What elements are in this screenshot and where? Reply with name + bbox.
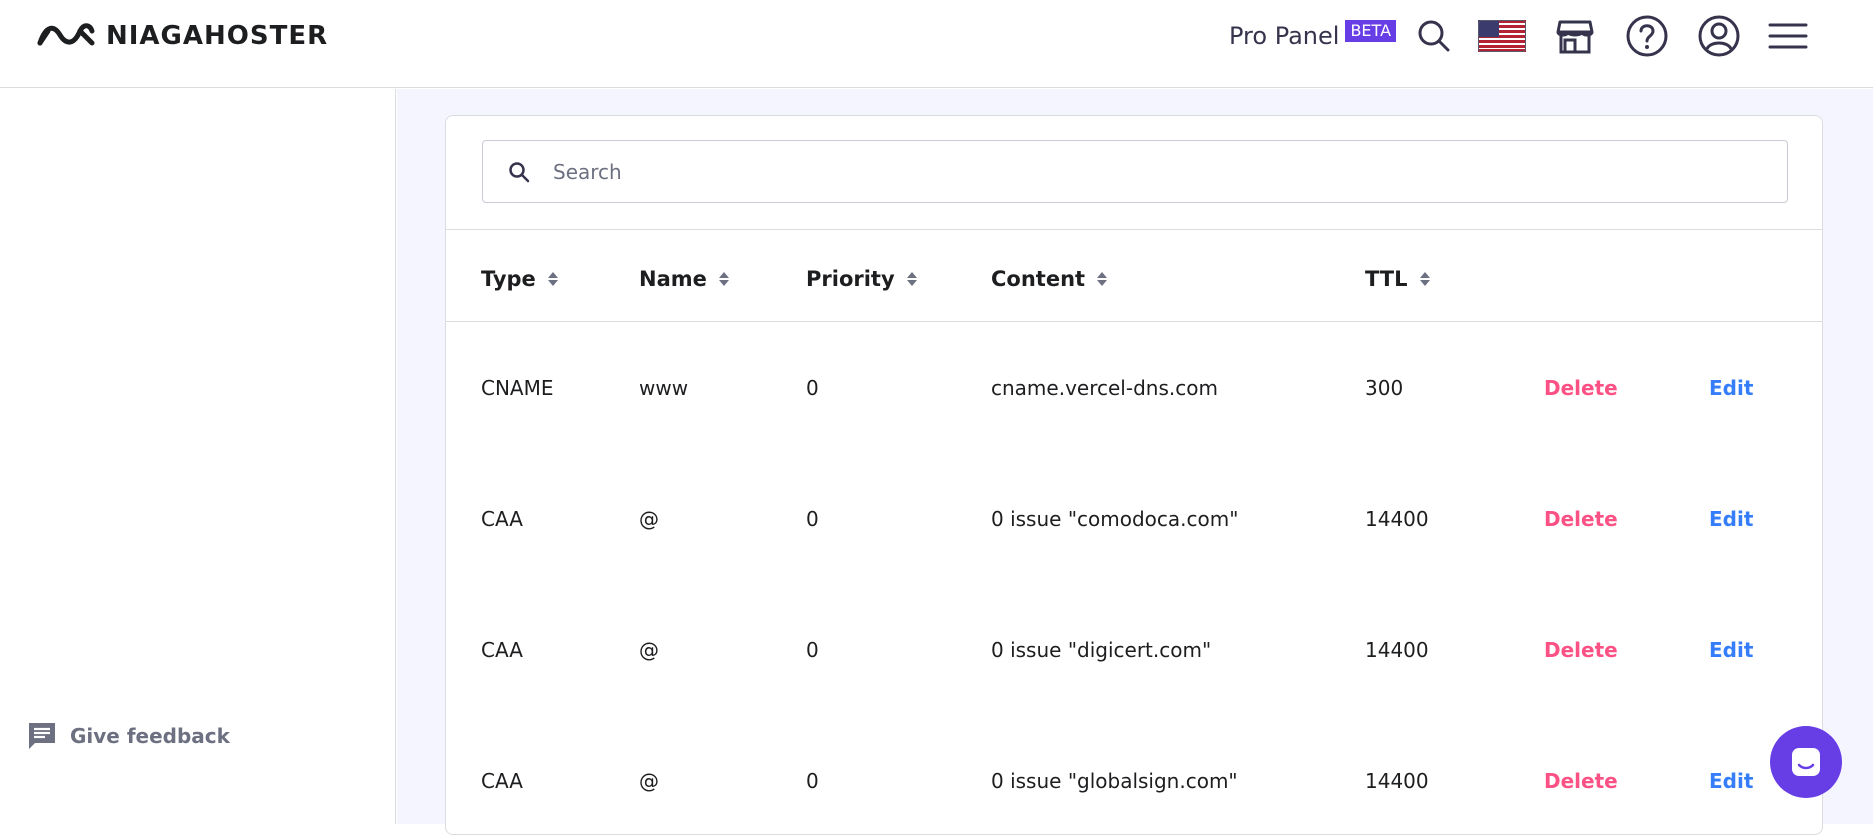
niagahoster-logo[interactable]: NIAGAHOSTER	[36, 18, 328, 54]
cell-ttl: 14400	[1365, 637, 1429, 662]
logo-text: NIAGAHOSTER	[106, 21, 329, 51]
help-button[interactable]	[1625, 14, 1669, 58]
edit-button[interactable]: Edit	[1709, 769, 1753, 793]
cell-priority: 0	[806, 506, 819, 531]
sort-icon	[1419, 272, 1430, 286]
cell-ttl: 14400	[1365, 506, 1429, 531]
dns-records-card: Type Name Priority Content TTL CNAME www…	[445, 115, 1823, 835]
cell-type: CNAME	[481, 375, 554, 400]
search-icon	[1418, 20, 1450, 52]
sort-icon	[906, 272, 917, 286]
feedback-icon	[29, 723, 55, 749]
search-input[interactable]	[553, 159, 1753, 184]
edit-button[interactable]: Edit	[1709, 507, 1753, 531]
chat-launcher-button[interactable]	[1770, 726, 1842, 798]
menu-icon	[1768, 23, 1808, 49]
account-button[interactable]	[1697, 14, 1741, 58]
delete-button[interactable]: Delete	[1544, 638, 1618, 662]
table-row: CAA @ 0 0 issue "comodoca.com" 14400 Del…	[446, 453, 1822, 584]
cell-type: CAA	[481, 506, 523, 531]
cell-priority: 0	[806, 768, 819, 793]
column-header-content[interactable]: Content	[991, 267, 1108, 291]
cell-content: 0 issue "comodoca.com"	[991, 506, 1239, 531]
delete-button[interactable]: Delete	[1544, 507, 1618, 531]
language-selector[interactable]	[1477, 14, 1527, 58]
cell-priority: 0	[806, 637, 819, 662]
table-row: CAA @ 0 0 issue "globalsign.com" 14400 D…	[446, 715, 1822, 834]
search-button[interactable]	[1412, 14, 1456, 58]
table-row: CNAME www 0 cname.vercel-dns.com 300 Del…	[446, 322, 1822, 453]
pro-panel-label: Pro Panel	[1229, 22, 1340, 50]
search-box[interactable]	[482, 140, 1788, 203]
give-feedback-label: Give feedback	[70, 724, 230, 748]
sort-icon	[547, 272, 558, 286]
pro-panel-link[interactable]: Pro Panel BETA	[1229, 20, 1397, 50]
main-content: Type Name Priority Content TTL CNAME www…	[397, 89, 1873, 835]
delete-button[interactable]: Delete	[1544, 376, 1618, 400]
top-bar: NIAGAHOSTER Pro Panel BETA	[0, 0, 1873, 88]
edit-button[interactable]: Edit	[1709, 638, 1753, 662]
store-button[interactable]	[1553, 14, 1597, 58]
search-field-icon	[507, 160, 531, 184]
search-divider	[446, 229, 1822, 230]
edit-button[interactable]: Edit	[1709, 376, 1753, 400]
column-header-label: Content	[991, 267, 1086, 291]
us-flag-icon	[1478, 20, 1526, 52]
sort-icon	[1097, 272, 1108, 286]
column-header-label: Type	[481, 267, 536, 291]
column-header-label: TTL	[1365, 267, 1408, 291]
column-header-name[interactable]: Name	[639, 267, 729, 291]
account-icon	[1698, 15, 1740, 57]
give-feedback-button[interactable]: Give feedback	[26, 720, 230, 752]
menu-button[interactable]	[1766, 14, 1810, 58]
column-header-type[interactable]: Type	[481, 267, 558, 291]
chat-icon	[1792, 748, 1820, 776]
column-header-label: Name	[639, 267, 707, 291]
cell-type: CAA	[481, 637, 523, 662]
sidebar	[0, 89, 396, 824]
cell-ttl: 14400	[1365, 768, 1429, 793]
cell-priority: 0	[806, 375, 819, 400]
store-icon	[1556, 20, 1594, 54]
cell-name: www	[639, 375, 689, 400]
cell-content: 0 issue "digicert.com"	[991, 637, 1212, 662]
column-header-label: Priority	[806, 267, 895, 291]
cell-ttl: 300	[1365, 375, 1404, 400]
sort-icon	[718, 272, 729, 286]
column-header-ttl[interactable]: TTL	[1365, 267, 1430, 291]
cell-content: 0 issue "globalsign.com"	[991, 768, 1238, 793]
cell-name: @	[639, 506, 659, 531]
cell-name: @	[639, 768, 659, 793]
logo-mark-icon	[37, 23, 95, 46]
help-icon	[1626, 15, 1668, 57]
column-header-priority[interactable]: Priority	[806, 267, 917, 291]
table-row: CAA @ 0 0 issue "digicert.com" 14400 Del…	[446, 584, 1822, 715]
delete-button[interactable]: Delete	[1544, 769, 1618, 793]
cell-content: cname.vercel-dns.com	[991, 375, 1218, 400]
cell-name: @	[639, 637, 659, 662]
beta-badge: BETA	[1345, 20, 1397, 42]
cell-type: CAA	[481, 768, 523, 793]
